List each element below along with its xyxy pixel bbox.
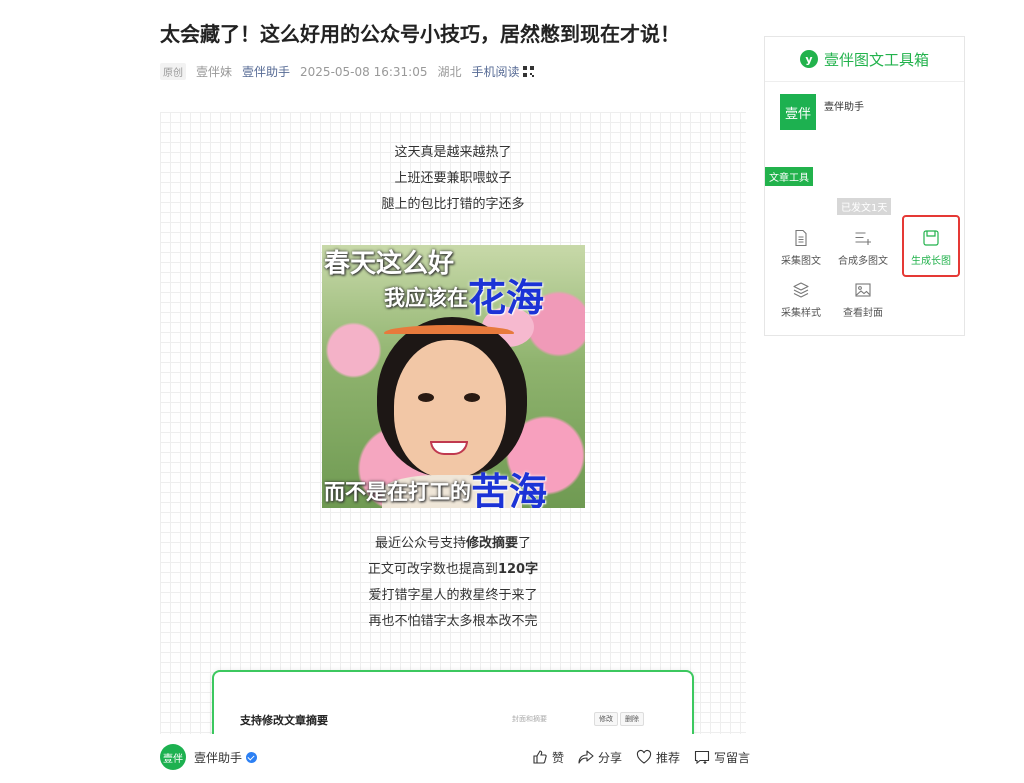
face bbox=[394, 340, 506, 478]
intro-line: 这天真是越来越热了 bbox=[394, 145, 512, 160]
tool-view-cover[interactable]: 查看封面 bbox=[833, 281, 893, 319]
para-line: 最近公众号支持修改摘要了 bbox=[160, 531, 746, 557]
like-label: 赞 bbox=[551, 750, 564, 765]
author-name: 壹伴妹 bbox=[196, 65, 233, 79]
headband bbox=[384, 325, 514, 341]
account-name[interactable]: 壹伴助手 bbox=[194, 749, 242, 766]
tool-label: 采集样式 bbox=[781, 308, 821, 319]
para-line: 爱打错字星人的救星终于来了 bbox=[368, 588, 538, 603]
eye bbox=[418, 393, 434, 402]
card-hint: 封面和摘要 bbox=[512, 715, 547, 723]
mobile-read-label: 手机阅读 bbox=[471, 65, 520, 79]
verified-icon bbox=[246, 751, 258, 763]
bold-text: 120字 bbox=[497, 562, 539, 577]
article-meta: 原创 壹伴妹 壹伴助手 2025-05-08 16:31:05 湖北 手机阅读 bbox=[160, 63, 534, 80]
caption-line2-big: 花海 bbox=[468, 276, 545, 320]
intro-lines: 这天真是越来越热了 上班还要兼职喂蚊子 腿上的包比打错的字还多 bbox=[160, 140, 746, 218]
toolbox-header: y 壹伴图文工具箱 bbox=[765, 37, 964, 82]
thumbs-up-icon bbox=[533, 750, 547, 764]
comment-icon bbox=[694, 750, 710, 765]
caption-line3-big: 苦海 bbox=[471, 470, 548, 508]
list-add-icon bbox=[855, 232, 871, 245]
mobile-read-link[interactable]: 手机阅读 bbox=[472, 63, 534, 80]
bottom-bar: 壹伴 壹伴助手 赞 分享 推荐 写留言 bbox=[160, 738, 750, 776]
card-title: 支持修改文章摘要 bbox=[240, 714, 328, 727]
recommend-button[interactable]: 推荐 bbox=[636, 749, 680, 766]
tool-collect-article[interactable]: 采集图文 bbox=[771, 229, 831, 267]
toolbox-title: 壹伴图文工具箱 bbox=[823, 50, 929, 69]
account-avatar[interactable]: 壹伴 bbox=[160, 744, 186, 770]
caption-line2: 我应该在花海 bbox=[384, 279, 544, 317]
yiban-logo-icon: y bbox=[799, 50, 818, 68]
sent-days-tag: 已发文1天 bbox=[837, 198, 892, 215]
toolbox-account-avatar: 壹伴 bbox=[780, 94, 816, 130]
meme-image: 春天这么好 我应该在花海 而不是在打工的苦海 bbox=[322, 245, 585, 508]
caption-line3: 而不是在打工的苦海 bbox=[324, 473, 547, 508]
like-button[interactable]: 赞 bbox=[532, 749, 564, 766]
card-delete-button: 删除 bbox=[620, 712, 644, 726]
layers-icon bbox=[793, 282, 809, 298]
tool-collect-style[interactable]: 采集样式 bbox=[771, 281, 831, 319]
toolbox-account-name: 壹伴助手 bbox=[824, 102, 864, 113]
account-link[interactable]: 壹伴助手 bbox=[242, 63, 290, 80]
action-group: 赞 分享 推荐 写留言 bbox=[532, 749, 750, 766]
toolbox-panel: y 壹伴图文工具箱 壹伴 壹伴助手 文章工具 已发文1天 采集图文 合成多图文 … bbox=[764, 36, 965, 336]
para-lines: 最近公众号支持修改摘要了 正文可改字数也提高到120字 爱打错字星人的救星终于来… bbox=[160, 531, 746, 635]
screenshot-card: 支持修改文章摘要 封面和摘要 修改 删除 bbox=[212, 670, 694, 734]
eye bbox=[464, 393, 480, 402]
article-content: 这天真是越来越热了 上班还要兼职喂蚊子 腿上的包比打错的字还多 春天这么好 我应… bbox=[160, 112, 746, 734]
intro-line: 腿上的包比打错的字还多 bbox=[381, 197, 525, 212]
publish-datetime: 2025-05-08 16:31:05 bbox=[300, 64, 428, 79]
tool-label: 采集图文 bbox=[781, 256, 821, 267]
share-button[interactable]: 分享 bbox=[578, 749, 622, 766]
recommend-label: 推荐 bbox=[655, 750, 680, 765]
para-line: 再也不怕错字太多根本改不完 bbox=[368, 614, 538, 629]
document-icon bbox=[795, 229, 807, 247]
caption-line2-prefix: 我应该在 bbox=[384, 286, 468, 310]
tool-label: 查看封面 bbox=[843, 308, 883, 319]
publish-location: 湖北 bbox=[437, 65, 462, 79]
text: 正文可改字数也提高到 bbox=[367, 562, 498, 577]
card-edit-button: 修改 bbox=[594, 712, 618, 726]
share-icon bbox=[578, 750, 594, 764]
article-tools-tag: 文章工具 bbox=[765, 167, 813, 186]
image-icon bbox=[855, 283, 871, 297]
highlight-box bbox=[902, 215, 960, 277]
share-label: 分享 bbox=[597, 750, 622, 765]
original-badge: 原创 bbox=[160, 63, 186, 80]
article-title: 太会藏了！这么好用的公众号小技巧，居然憋到现在才说！ bbox=[160, 22, 680, 46]
caption-line1: 春天这么好 bbox=[324, 249, 455, 279]
comment-label: 写留言 bbox=[713, 750, 750, 765]
para-line: 正文可改字数也提高到120字 bbox=[160, 557, 746, 583]
intro-line: 上班还要兼职喂蚊子 bbox=[394, 171, 512, 186]
caption-line3-prefix: 而不是在打工的 bbox=[324, 480, 471, 504]
tool-merge-articles[interactable]: 合成多图文 bbox=[833, 229, 893, 267]
bold-text: 修改摘要 bbox=[465, 536, 518, 551]
comment-button[interactable]: 写留言 bbox=[694, 749, 750, 766]
tool-label: 合成多图文 bbox=[838, 256, 888, 267]
heart-icon bbox=[636, 749, 652, 764]
text: 了 bbox=[518, 536, 532, 551]
text: 最近公众号支持 bbox=[374, 536, 466, 551]
qr-code-icon bbox=[522, 66, 534, 77]
